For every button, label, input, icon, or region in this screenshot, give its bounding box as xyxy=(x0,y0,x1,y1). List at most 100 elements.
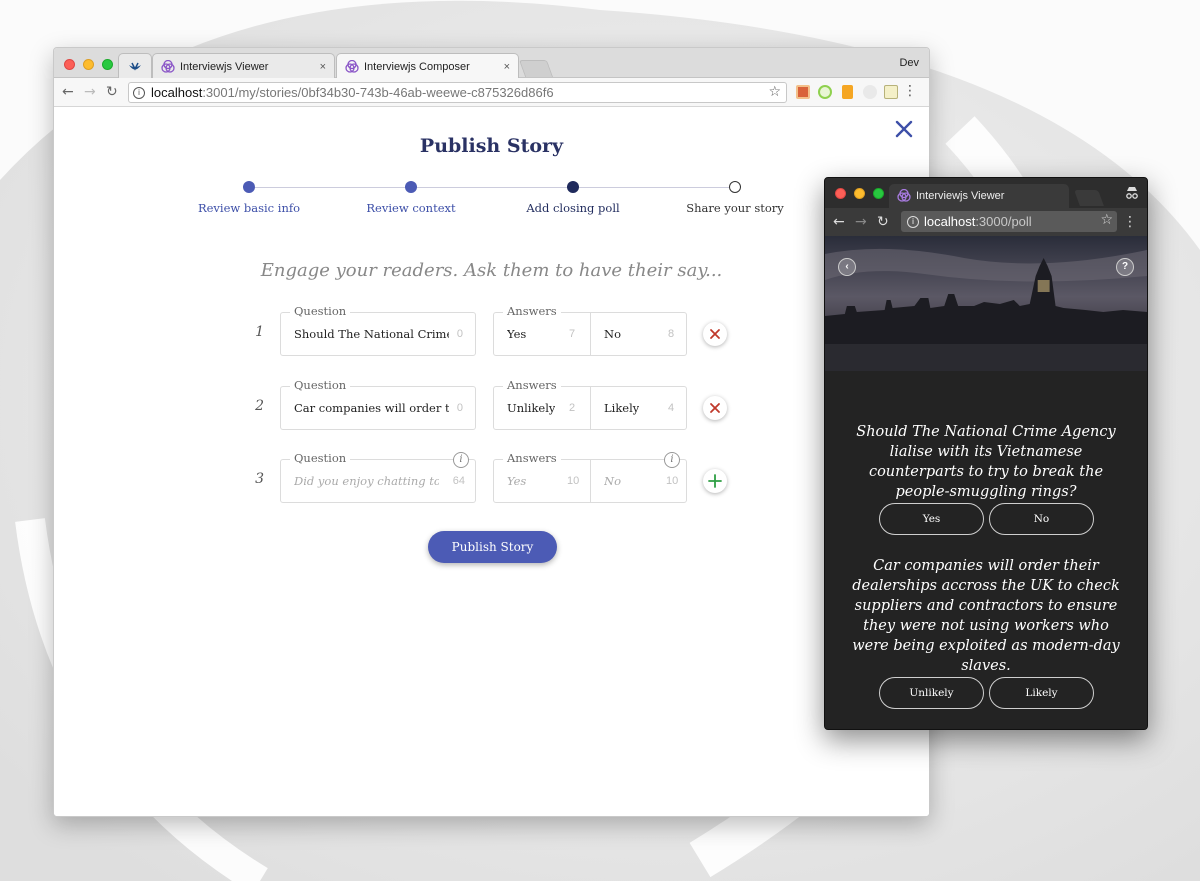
reload-icon[interactable]: ↻ xyxy=(877,213,889,231)
url-path: :3001/my/stories/0bf34b30-743b-46ab-weew… xyxy=(202,85,554,100)
bookmark-star-icon[interactable]: ☆ xyxy=(768,84,781,100)
publish-story-page: Publish Story Review basic info Review c… xyxy=(54,108,929,816)
answer-2-input-value[interactable]: Likely xyxy=(604,401,639,415)
remove-poll-button[interactable] xyxy=(703,396,727,420)
answer-1-input-value[interactable]: Unlikely xyxy=(507,401,555,415)
address-bar[interactable]: i localhost:3001/my/stories/0bf34b30-743… xyxy=(128,82,787,103)
forward-arrow-icon[interactable]: → xyxy=(84,83,96,101)
url-path: :3000/poll xyxy=(975,214,1032,229)
tab-interviewjs-viewer[interactable]: Interviewjs Viewer xyxy=(889,184,1069,208)
minimize-window-button[interactable] xyxy=(83,59,94,70)
answers-divider xyxy=(590,313,591,355)
answer-2-char-count: 8 xyxy=(668,328,675,340)
remove-x-icon xyxy=(710,403,720,413)
question-field[interactable]: Question Should The National Crime Agenc… xyxy=(280,304,476,356)
viewer-back-button[interactable]: ‹ xyxy=(838,258,856,276)
toolbar: ← → ↻ i localhost:3001/my/stories/0bf34b… xyxy=(54,78,929,107)
add-poll-button[interactable] xyxy=(703,469,727,493)
question-field-label: Question xyxy=(290,304,351,318)
remove-x-icon xyxy=(710,329,720,339)
poll-viewer-page: ‹ ? Should The National Crime Agency lia… xyxy=(825,236,1147,729)
step-dot-review-basic-info[interactable] xyxy=(243,181,255,193)
answers-info-icon[interactable]: i xyxy=(664,452,680,468)
tab-interviewjs-viewer[interactable]: Interviewjs Viewer × xyxy=(152,53,335,79)
new-tab-button[interactable] xyxy=(518,60,554,77)
poll-answer-yes-button[interactable]: Yes xyxy=(879,503,984,535)
reload-icon[interactable]: ↻ xyxy=(106,83,118,101)
poll-answer-unlikely-button[interactable]: Unlikely xyxy=(879,677,984,709)
minimize-window-button[interactable] xyxy=(854,188,865,199)
back-arrow-icon[interactable]: ← xyxy=(62,83,74,101)
site-info-icon[interactable]: i xyxy=(133,86,145,99)
answer-1-input-value[interactable]: Yes xyxy=(507,327,526,341)
page-title: Publish Story xyxy=(419,135,564,157)
stepper-line xyxy=(249,187,735,188)
maximize-window-button[interactable] xyxy=(102,59,113,70)
answer-2-char-count: 10 xyxy=(666,475,679,487)
answers-divider xyxy=(590,387,591,429)
answer-2-input-placeholder[interactable]: No xyxy=(604,474,621,488)
extension-gear-icon[interactable] xyxy=(863,85,877,99)
question-field-label: Question xyxy=(290,451,351,465)
question-input-value[interactable]: Car companies will order their dealershi… xyxy=(294,401,449,415)
answer-2-char-count: 4 xyxy=(668,402,675,414)
composer-browser-window: Interviewjs Viewer × Interviewjs Compose… xyxy=(53,47,930,817)
interviewjs-logo-icon xyxy=(161,59,175,73)
url-host: localhost xyxy=(151,85,203,100)
answer-1-char-count: 2 xyxy=(569,402,576,414)
tab-interviewjs-composer[interactable]: Interviewjs Composer × xyxy=(336,53,519,80)
interviewjs-logo-icon xyxy=(897,189,911,202)
extension-note-icon[interactable] xyxy=(884,85,898,99)
answer-2-input-value[interactable]: No xyxy=(604,327,621,341)
poll-answer-no-button[interactable]: No xyxy=(989,503,1094,535)
answer-1-input-placeholder[interactable]: Yes xyxy=(507,474,526,488)
new-tab-button[interactable] xyxy=(1074,190,1104,206)
viewer-address-bar[interactable]: i localhost:3000/poll ☆ xyxy=(901,211,1117,232)
tab-pinned[interactable] xyxy=(118,53,152,79)
extension-orange-icon[interactable] xyxy=(842,85,853,99)
question-char-count: 64 xyxy=(452,475,465,487)
close-window-button[interactable] xyxy=(835,188,846,199)
viewer-toolbar: ← → ↻ i localhost:3000/poll ☆ ⋮ xyxy=(825,208,1147,236)
question-field[interactable]: Question Car companies will order their … xyxy=(280,378,476,430)
viewer-help-button[interactable]: ? xyxy=(1116,258,1134,276)
step-dot-add-closing-poll[interactable] xyxy=(567,181,579,193)
answers-field-label: Answers xyxy=(503,378,561,392)
poll-row: 2 Question Car companies will order thei… xyxy=(244,378,744,430)
answers-field-label: Answers xyxy=(503,304,561,318)
forward-arrow-icon[interactable]: → xyxy=(855,213,867,231)
question-info-icon[interactable]: i xyxy=(453,452,469,468)
viewer-browser-window: Interviewjs Viewer ← → ↻ i localhost:300… xyxy=(824,177,1148,730)
publish-story-button[interactable]: Publish Story xyxy=(428,531,557,563)
step-label-share-your-story[interactable]: Share your story xyxy=(686,201,784,215)
poll-row: 1 Question Should The National Crime Age… xyxy=(244,304,744,356)
profile-label[interactable]: Dev xyxy=(899,57,919,69)
extension-camera-icon[interactable] xyxy=(796,85,810,99)
browser-menu-icon[interactable]: ⋮ xyxy=(1123,213,1137,231)
site-info-icon[interactable]: i xyxy=(907,215,919,228)
question-char-count: 0 xyxy=(456,402,463,414)
step-dot-share-your-story[interactable] xyxy=(729,181,741,193)
step-label-add-closing-poll[interactable]: Add closing poll xyxy=(526,201,619,215)
question-input-value[interactable]: Should The National Crime Agency lialise… xyxy=(294,327,449,341)
poll-question-2: Car companies will order their dealershi… xyxy=(852,558,1120,674)
close-window-button[interactable] xyxy=(64,59,75,70)
step-dot-review-context[interactable] xyxy=(405,181,417,193)
question-input-placeholder[interactable]: Did you enjoy chatting to...? xyxy=(294,474,439,488)
step-label-review-context[interactable]: Review context xyxy=(366,201,455,215)
remove-poll-button[interactable] xyxy=(703,322,727,346)
maximize-window-button[interactable] xyxy=(873,188,884,199)
extension-green-circle-icon[interactable] xyxy=(818,85,832,99)
tab-strip: Interviewjs Viewer × Interviewjs Compose… xyxy=(54,48,929,80)
step-label-review-basic-info[interactable]: Review basic info xyxy=(198,201,300,215)
bookmark-star-icon[interactable]: ☆ xyxy=(1100,212,1113,228)
back-arrow-icon[interactable]: ← xyxy=(833,213,845,231)
url-host: localhost xyxy=(924,214,976,229)
poll-answer-likely-button[interactable]: Likely xyxy=(989,677,1094,709)
poll-tagline: Engage your readers. Ask them to have th… xyxy=(260,260,723,281)
question-field[interactable]: Question i Did you enjoy chatting to...?… xyxy=(280,451,476,503)
tab-close-icon[interactable]: × xyxy=(320,61,326,73)
tab-close-icon[interactable]: × xyxy=(504,61,510,73)
answers-field: Answers Unlikely 2 Likely 4 xyxy=(493,378,687,430)
browser-menu-icon[interactable]: ⋮ xyxy=(903,84,917,98)
